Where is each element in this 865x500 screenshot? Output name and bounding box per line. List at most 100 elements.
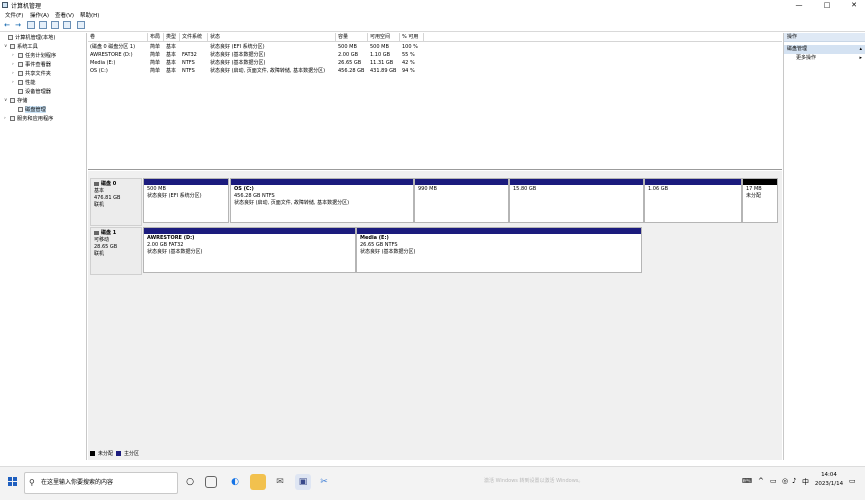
volume-list: 卷 布局 类型 文件系统 状态 容量 可用空间 % 可用 (磁盘 0 磁盘分区 … — [88, 33, 782, 170]
table-row[interactable]: OS (C:) 简单 基本 NTFS 状态良好 (启动, 页面文件, 故障转储,… — [88, 67, 782, 75]
edge-browser-icon[interactable]: ◐ — [227, 474, 243, 490]
mail-icon[interactable]: ✉ — [272, 474, 288, 490]
column-header-free-space[interactable]: 可用空间 — [368, 33, 400, 42]
tree-item-root[interactable]: 计算机管理(本地) — [2, 34, 55, 41]
tree-item-device-manager[interactable]: 设备管理器 — [12, 88, 51, 95]
close-button[interactable]: ✕ — [844, 0, 864, 10]
tree-item-event-viewer[interactable]: › 事件查看器 — [12, 61, 51, 68]
storage-icon — [10, 98, 15, 103]
activation-watermark: 激活 Windows 转到设置以激活 Windows。 — [484, 478, 584, 484]
tree-item-performance[interactable]: › 性能 — [12, 79, 35, 86]
expand-arrow-icon: › — [4, 116, 6, 121]
minimize-button[interactable]: — — [789, 0, 809, 10]
taskbar: ⚲ 在这里输入你要搜索的内容 ○ ◐ ✉ ▣ ✂ 激活 Windows 转到设置… — [0, 466, 865, 500]
partition-15gb[interactable]: 15.80 GB — [509, 178, 644, 223]
tree-item-task-scheduler[interactable]: › 任务计划程序 — [12, 52, 56, 59]
partition-unallocated[interactable]: 17 MB 未分配 — [742, 178, 778, 223]
disk-graphical-view: 磁盘 0 基本 476.81 GB 联机 500 MB 状态良好 (EFI 系统… — [88, 171, 782, 460]
partition-os-c[interactable]: OS (C:) 456.28 GB NTFS 状态良好 (启动, 页面文件, 故… — [230, 178, 414, 223]
task-view-icon[interactable]: ○ — [182, 474, 198, 490]
show-hide-tree-icon[interactable] — [39, 21, 47, 29]
snipping-tool-icon[interactable]: ✂ — [316, 474, 332, 490]
table-row[interactable]: Media (E:) 简单 基本 NTFS 状态良好 (基本数据分区) 26.6… — [88, 59, 782, 67]
actions-header: 操作 — [784, 33, 865, 42]
column-header-layout[interactable]: 布局 — [148, 33, 164, 42]
taskbar-clock[interactable]: 14:04 2023/1/14 — [812, 471, 846, 489]
tree-item-services-apps[interactable]: › 服务和应用程序 — [4, 115, 53, 122]
expand-arrow-icon: › — [12, 71, 14, 76]
disk-1-label[interactable]: 磁盘 1 可移动 28.65 GB 联机 — [90, 227, 142, 275]
refresh-icon[interactable] — [77, 21, 85, 29]
notification-icon[interactable]: ▭ — [849, 477, 856, 485]
menu-view[interactable]: 查看(V) — [55, 11, 74, 19]
column-header-status[interactable]: 状态 — [208, 33, 336, 42]
window-title: 计算机管理 — [11, 3, 42, 10]
collapse-triangle-icon: ▴ — [859, 46, 862, 52]
partition-recovery-990mb[interactable]: 990 MB — [414, 178, 509, 223]
expand-arrow-icon: › — [12, 62, 14, 67]
partition-efi[interactable]: 500 MB 状态良好 (EFI 系统分区) — [143, 178, 229, 223]
tree-item-system-tools[interactable]: ∨ 系统工具 — [4, 43, 38, 50]
computer-icon — [8, 35, 13, 40]
partition-awrestore-d[interactable]: AWRESTORE (D:) 2.00 GB FAT32 状态良好 (基本数据分… — [143, 227, 356, 273]
unallocated-swatch — [90, 451, 95, 456]
help-icon[interactable] — [63, 21, 71, 29]
column-header-percent-free[interactable]: % 可用 — [400, 33, 424, 42]
services-icon — [10, 116, 15, 121]
tree-item-storage[interactable]: ∨ 存储 — [4, 97, 27, 104]
expand-arrow-icon: › — [12, 80, 14, 85]
menu-bar: 文件(F) 操作(A) 查看(V) 帮助(H) — [0, 10, 865, 19]
keyboard-icon[interactable]: ⌨ — [742, 477, 752, 485]
volume-icon[interactable]: ♪ — [792, 477, 796, 485]
disk-0-label[interactable]: 磁盘 0 基本 476.81 GB 联机 — [90, 178, 142, 226]
title-bar: 计算机管理 — □ ✕ — [0, 0, 865, 10]
properties-icon[interactable] — [51, 21, 59, 29]
shared-folder-icon — [18, 71, 23, 76]
table-row[interactable]: AWRESTORE (D:) 简单 基本 FAT32 状态良好 (基本数据分区)… — [88, 51, 782, 59]
menu-file[interactable]: 文件(F) — [5, 11, 23, 19]
battery-icon[interactable]: ▭ — [770, 477, 777, 485]
disk-icon — [94, 230, 99, 235]
back-arrow-icon[interactable]: ← — [3, 21, 11, 29]
taskbar-search-box[interactable]: ⚲ 在这里输入你要搜索的内容 — [24, 472, 178, 494]
windows-start-icon[interactable] — [8, 477, 18, 487]
column-header-volume[interactable]: 卷 — [88, 33, 148, 42]
column-header-filesystem[interactable]: 文件系统 — [180, 33, 208, 42]
forward-arrow-icon[interactable]: → — [14, 21, 22, 29]
clock-icon — [18, 53, 23, 58]
collapse-arrow-icon: ∨ — [4, 98, 8, 103]
column-header-type[interactable]: 类型 — [164, 33, 180, 42]
device-manager-icon — [18, 89, 23, 94]
navigation-tree: 计算机管理(本地) ∨ 系统工具 › 任务计划程序 › 事件查看器 › 共享文件… — [0, 33, 87, 460]
column-header-capacity[interactable]: 容量 — [336, 33, 368, 42]
maximize-button[interactable]: □ — [817, 0, 837, 10]
disk-management-icon — [18, 107, 23, 112]
performance-icon — [18, 80, 23, 85]
partition-media-e[interactable]: Media (E:) 26.65 GB NTFS 状态良好 (基本数据分区) — [356, 227, 642, 273]
tools-icon — [10, 44, 15, 49]
network-icon[interactable]: ◎ — [782, 477, 788, 485]
actions-section-disk-management[interactable]: 磁盘管理 ▴ — [784, 45, 865, 54]
event-viewer-icon — [18, 62, 23, 67]
input-method-indicator[interactable]: 中 — [802, 477, 809, 487]
expand-arrow-icon: › — [12, 53, 14, 58]
menu-action[interactable]: 操作(A) — [30, 11, 49, 19]
primary-swatch — [116, 451, 122, 456]
computer-management-icon — [2, 2, 8, 8]
actions-more[interactable]: 更多操作 ▸ — [784, 54, 865, 63]
partition-1gb[interactable]: 1.06 GB — [644, 178, 742, 223]
widgets-icon[interactable] — [205, 476, 217, 488]
file-explorer-icon[interactable] — [250, 474, 266, 490]
up-level-icon[interactable] — [27, 21, 35, 29]
legend: 未分配 主分区 — [90, 450, 139, 457]
show-hidden-icons-icon[interactable]: ^ — [758, 477, 764, 485]
actions-pane: 操作 磁盘管理 ▴ 更多操作 ▸ — [783, 33, 865, 460]
table-row[interactable]: (磁盘 0 磁盘分区 1) 简单 基本 状态良好 (EFI 系统分区) 500 … — [88, 43, 782, 51]
tree-item-shared-folders[interactable]: › 共享文件夹 — [12, 70, 51, 77]
collapse-arrow-icon: ∨ — [4, 44, 8, 49]
search-icon: ⚲ — [29, 478, 35, 487]
tree-item-disk-management[interactable]: 磁盘管理 — [12, 106, 46, 113]
menu-help[interactable]: 帮助(H) — [80, 11, 99, 19]
computer-management-taskbar-icon[interactable]: ▣ — [295, 474, 311, 490]
expand-triangle-icon: ▸ — [859, 55, 862, 61]
